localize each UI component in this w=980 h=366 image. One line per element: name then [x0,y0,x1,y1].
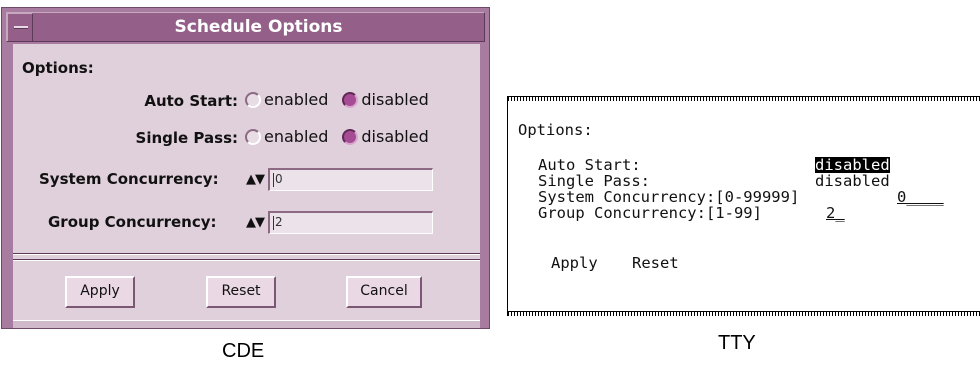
single-pass-enabled-radio[interactable]: enabled [245,127,328,146]
tty-single-pass-value[interactable]: disabled [815,173,890,189]
tty-bottom-border [508,311,980,316]
radio-label-disabled: disabled [361,90,429,109]
auto-start-enabled-radio[interactable]: enabled [245,90,328,109]
single-pass-label: Single Pass: [135,129,238,147]
tty-single-pass-label: Single Pass: [538,172,650,190]
window-menu-button[interactable] [7,13,33,41]
tty-top-border [508,96,980,101]
separator [13,253,480,255]
window-titlebar[interactable]: Schedule Options [6,12,485,42]
tty-panel: Options: Auto Start: disabled Single Pas… [507,96,980,316]
group-concurrency-field[interactable]: 2 [268,211,433,234]
spinner-arrows-icon[interactable]: ▲▼ [246,172,265,187]
text-caret [273,215,274,230]
radio-label-disabled: disabled [361,127,429,146]
cancel-button[interactable]: Cancel [346,276,422,308]
group-concurrency-value: 2 [275,215,283,229]
radio-selected-icon [342,128,359,145]
auto-start-label: Auto Start: [144,92,238,110]
cde-window: Schedule Options Options: Auto Start: en… [1,7,490,329]
system-concurrency-label: System Concurrency: [39,170,219,188]
tty-auto-start-label: Auto Start: [538,156,641,174]
tty-caption: TTY [718,332,756,354]
system-concurrency-value: 0 [275,172,283,186]
radio-selected-icon [342,91,359,108]
tty-group-concurrency-label: Group Concurrency:[1-99] [538,204,762,222]
tty-group-concurrency-value[interactable]: 2_ [826,205,845,221]
options-heading: Options: [22,59,94,77]
group-concurrency-label: Group Concurrency: [48,213,217,231]
tty-system-concurrency-value[interactable]: 0____ [897,189,944,205]
tty-reset-button[interactable]: Reset [632,255,679,271]
spinner-arrows-icon[interactable]: ▲▼ [246,215,265,230]
group-concurrency-spinner: ▲▼ 2 [246,211,433,234]
single-pass-disabled-radio[interactable]: disabled [342,127,429,146]
radio-unselected-icon [245,91,261,108]
system-concurrency-spinner: ▲▼ 0 [246,168,433,191]
system-concurrency-field[interactable]: 0 [268,168,433,191]
dialog-body: Options: Auto Start: enabled disabled Si… [13,44,480,328]
single-pass-radio-group: enabled disabled [245,127,443,146]
window-menu-icon [14,26,28,29]
window-title: Schedule Options [174,17,343,37]
radio-label-enabled: enabled [264,90,329,109]
auto-start-radio-group: enabled disabled [245,90,443,109]
separator [13,259,480,261]
window-bottom-edge [13,320,480,328]
apply-button[interactable]: Apply [65,276,135,308]
tty-auto-start-value[interactable]: disabled [815,157,890,173]
text-caret [273,172,274,187]
cde-caption: CDE [222,340,265,362]
auto-start-disabled-radio[interactable]: disabled [342,90,429,109]
tty-system-concurrency-label: System Concurrency:[0-99999] [538,188,800,206]
reset-button[interactable]: Reset [206,276,276,308]
tty-options-heading: Options: [518,121,593,139]
radio-unselected-icon [245,128,261,145]
radio-label-enabled: enabled [264,127,329,146]
tty-apply-button[interactable]: Apply [551,255,598,271]
